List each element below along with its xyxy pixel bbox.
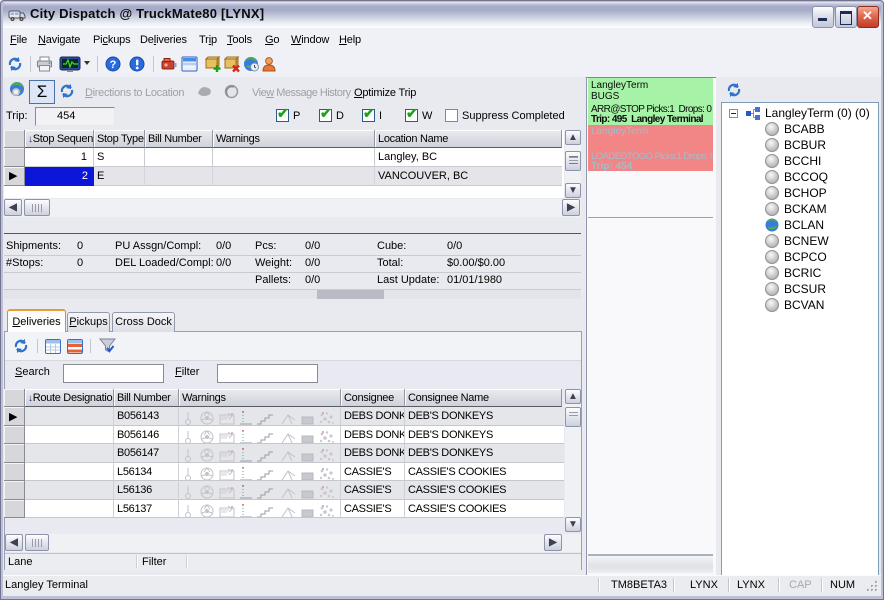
svg-text:?: ? [110,59,117,71]
